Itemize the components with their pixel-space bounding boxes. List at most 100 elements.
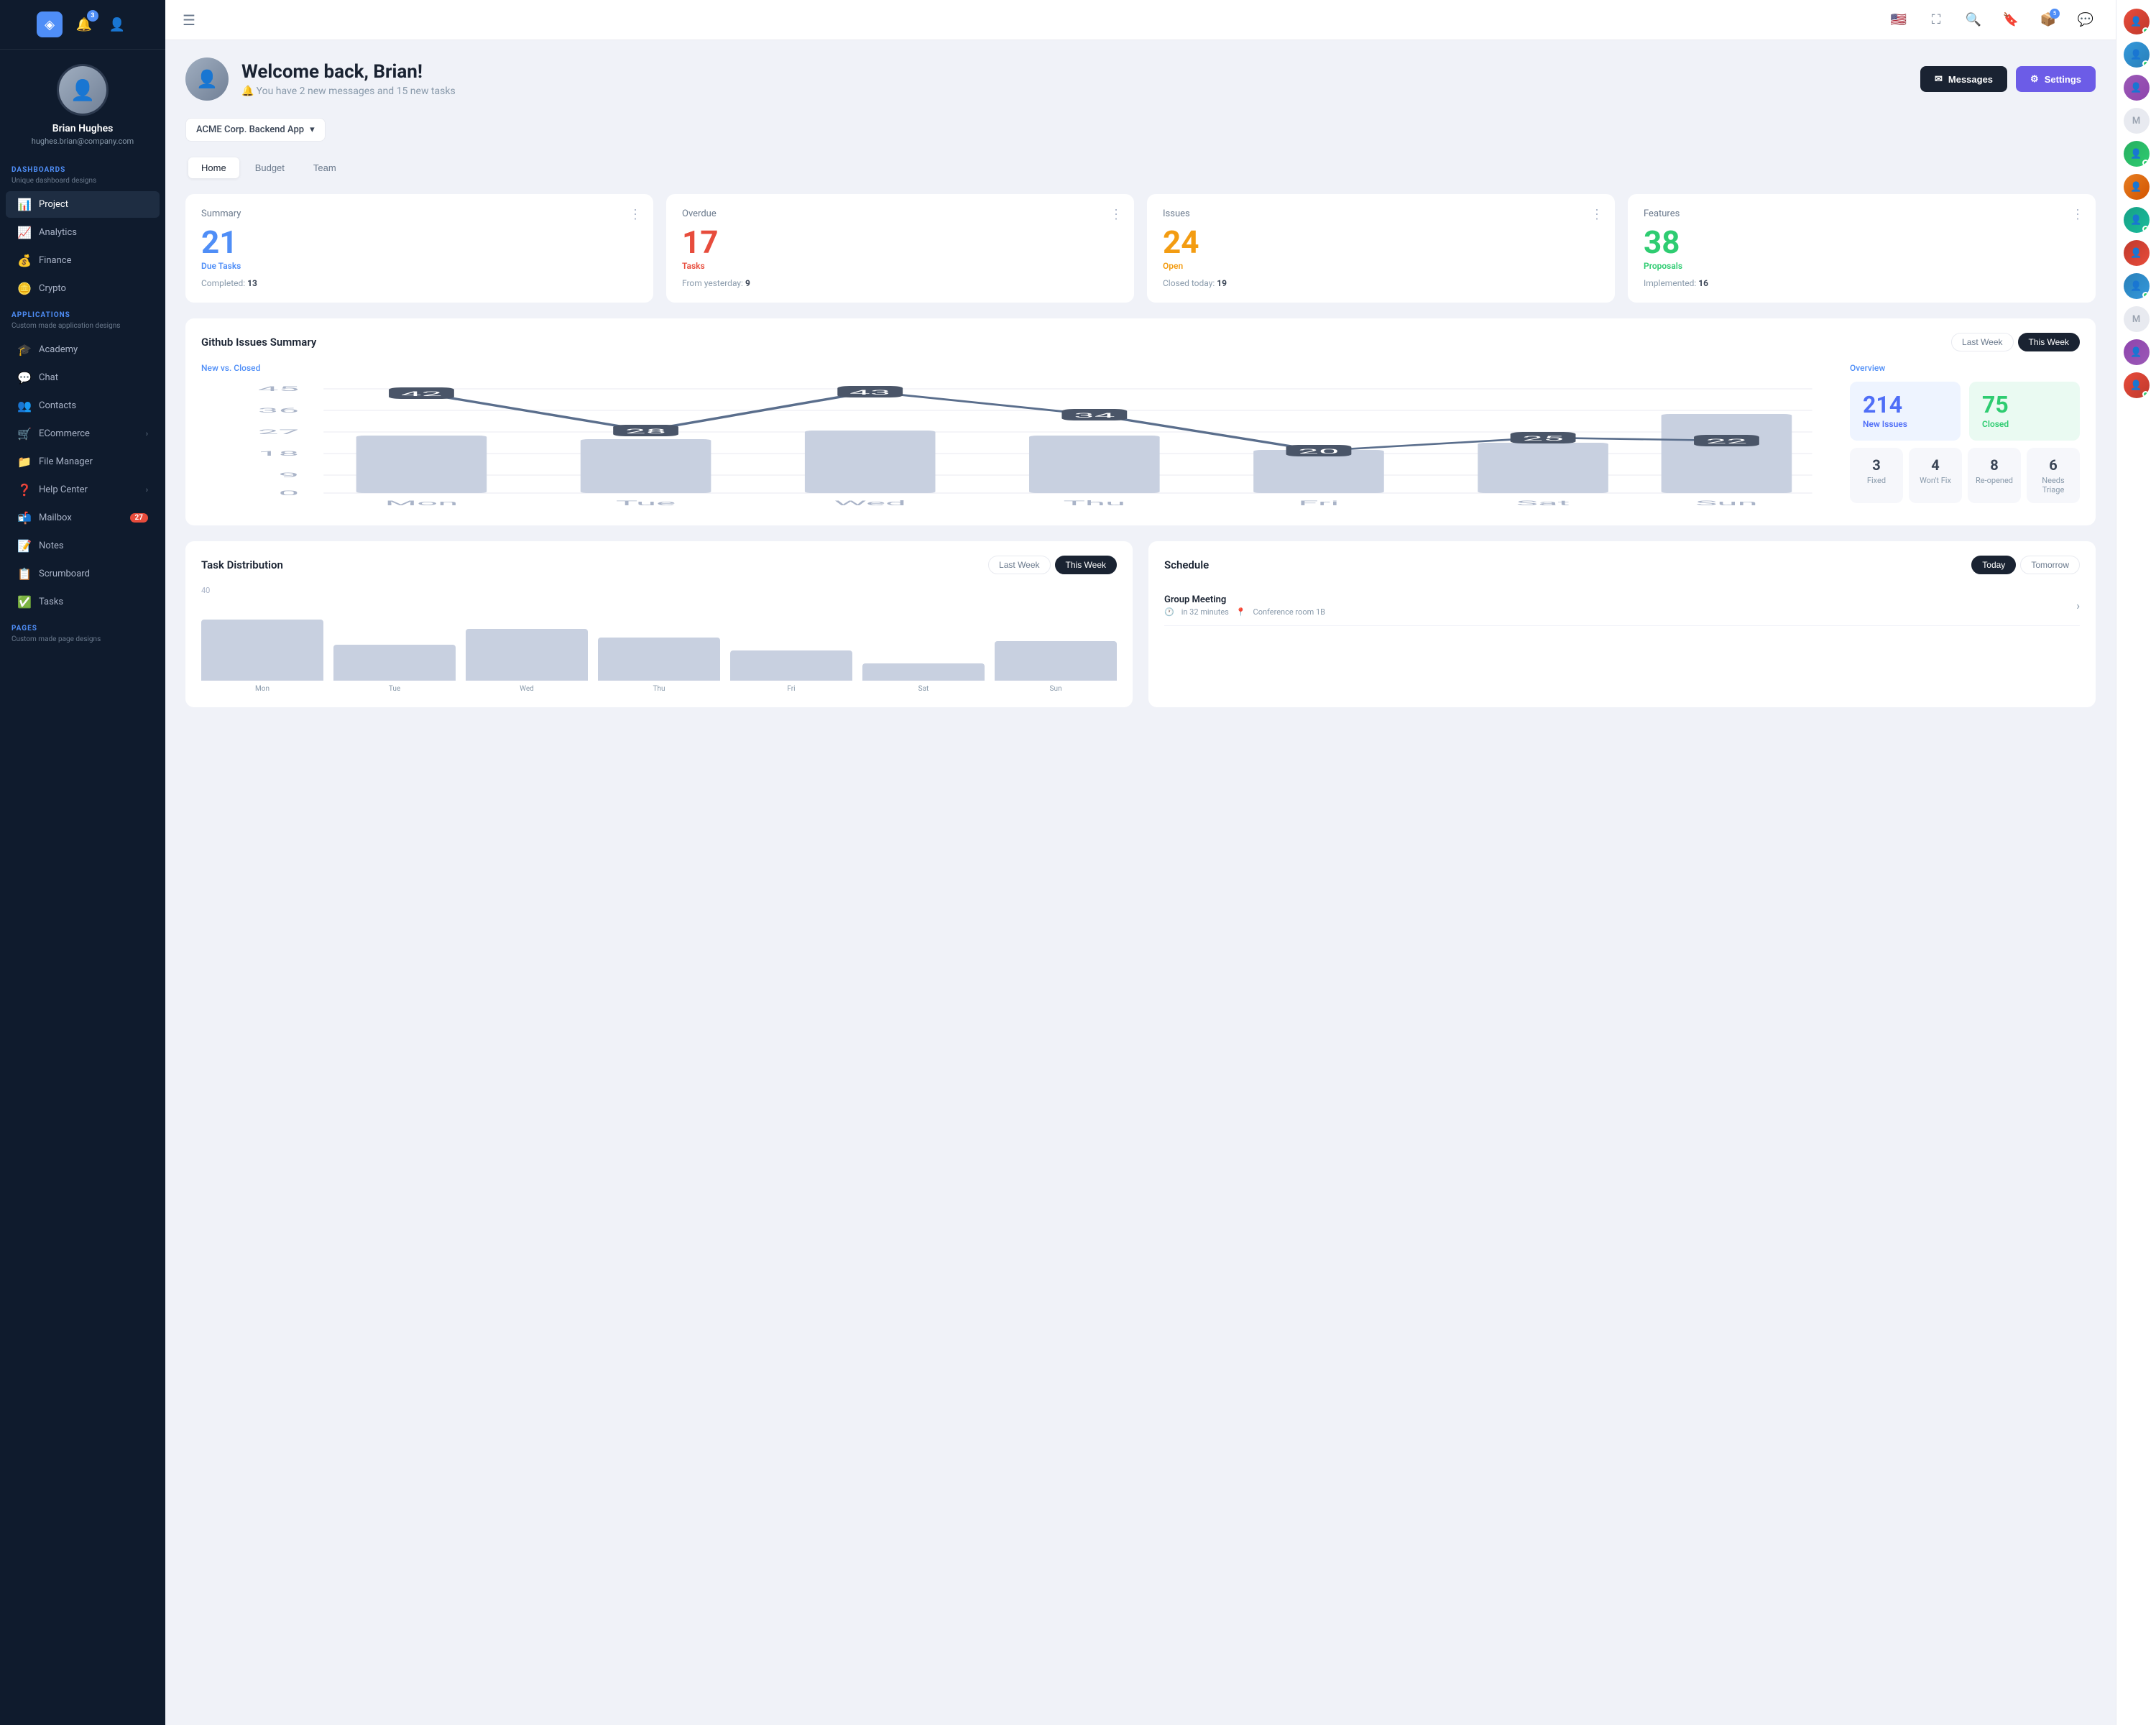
schedule-today-btn[interactable]: Today: [1971, 556, 2016, 574]
rail-avatar-img-5: 👤: [2130, 182, 2142, 193]
rail-avatar-img-8: 👤: [2130, 281, 2142, 292]
task-last-week-btn[interactable]: Last Week: [988, 556, 1050, 574]
bar-label-sat: Sat: [918, 685, 929, 693]
bar-thu: [598, 638, 720, 681]
stat-title-overdue: Overdue: [682, 208, 1118, 219]
new-issues-card: 214 New Issues: [1850, 382, 1961, 441]
bookmark-icon[interactable]: 🔖: [1998, 7, 2024, 33]
app-logo[interactable]: ◈: [37, 12, 63, 37]
scrumboard-icon: 📋: [17, 567, 32, 581]
flag-icon[interactable]: 🇺🇸: [1886, 7, 1912, 33]
stat-more-overdue[interactable]: ⋮: [1110, 207, 1123, 222]
svg-text:Mon: Mon: [385, 500, 459, 507]
notification-badge: 3: [87, 10, 98, 22]
triage-label: Needs Triage: [2032, 476, 2074, 494]
stat-number-issues: 24: [1163, 226, 1599, 258]
tab-budget[interactable]: Budget: [242, 157, 298, 178]
sidebar-item-project[interactable]: 📊 Project: [6, 191, 160, 218]
github-last-week-btn[interactable]: Last Week: [1951, 333, 2013, 351]
tab-home[interactable]: Home: [188, 157, 239, 178]
closed-number: 75: [1982, 393, 2067, 416]
rail-avatar-5[interactable]: 👤: [2124, 174, 2150, 200]
rail-avatar-6[interactable]: 👤: [2124, 207, 2150, 233]
sidebar-item-label-project: Project: [39, 199, 68, 210]
rail-avatar-1[interactable]: 👤: [2124, 9, 2150, 34]
online-dot-6: [2142, 226, 2149, 232]
tasks-icon: ✅: [17, 595, 32, 609]
rail-avatar-2[interactable]: 👤: [2124, 42, 2150, 68]
sidebar-item-crypto[interactable]: 🪙 Crypto: [6, 275, 160, 302]
dashboards-label: DASHBOARDS: [0, 157, 165, 177]
online-dot-4: [2142, 160, 2149, 166]
rail-avatar-4[interactable]: 👤: [2124, 141, 2150, 167]
rail-avatar-9[interactable]: 👤: [2124, 339, 2150, 365]
stat-sub-summary: Completed: 13: [201, 278, 637, 288]
rail-avatar-m1[interactable]: M: [2124, 108, 2150, 134]
bar-label-sun: Sun: [1050, 685, 1062, 693]
svg-text:25: 25: [1522, 435, 1563, 443]
task-bar-tue: Tue: [333, 645, 456, 693]
rail-avatar-img-1: 👤: [2130, 17, 2142, 27]
sidebar-item-filemanager[interactable]: 📁 File Manager: [6, 448, 160, 475]
rail-avatar-10[interactable]: 👤: [2124, 372, 2150, 398]
sidebar-item-chat[interactable]: 💬 Chat: [6, 364, 160, 391]
rail-avatar-7[interactable]: 👤: [2124, 240, 2150, 266]
rail-avatar-8[interactable]: 👤: [2124, 273, 2150, 299]
task-bar-wed: Wed: [466, 629, 588, 693]
reopened-label: Re-opened: [1973, 476, 2015, 485]
sidebar-item-academy[interactable]: 🎓 Academy: [6, 336, 160, 363]
task-this-week-btn[interactable]: This Week: [1055, 556, 1117, 574]
sidebar-item-analytics[interactable]: 📈 Analytics: [6, 219, 160, 246]
stat-more-issues[interactable]: ⋮: [1590, 207, 1603, 222]
bar-label-thu: Thu: [653, 685, 665, 693]
stat-more-features[interactable]: ⋮: [2071, 207, 2084, 222]
sidebar-item-mailbox[interactable]: 📬 Mailbox 27: [6, 505, 160, 531]
stat-number-overdue: 17: [682, 226, 1118, 258]
stat-more-summary[interactable]: ⋮: [629, 207, 642, 222]
messages-button[interactable]: ✉ Messages: [1920, 66, 2007, 92]
applications-label: APPLICATIONS: [0, 303, 165, 322]
reopened-number: 8: [1973, 456, 2015, 474]
tab-team[interactable]: Team: [300, 157, 349, 178]
schedule-tomorrow-btn[interactable]: Tomorrow: [2020, 556, 2080, 574]
sidebar-item-helpcenter[interactable]: ❓ Help Center ›: [6, 477, 160, 503]
mini-stat-fixed: 3 Fixed: [1850, 448, 1903, 503]
sidebar-item-tasks[interactable]: ✅ Tasks: [6, 589, 160, 615]
welcome-buttons: ✉ Messages ⚙ Settings: [1920, 66, 2096, 92]
helpcenter-icon: ❓: [17, 483, 32, 497]
schedule-item-arrow-icon[interactable]: ›: [2076, 599, 2080, 612]
user-icon[interactable]: 👤: [106, 13, 129, 36]
stat-card-summary: Summary ⋮ 21 Due Tasks Completed: 13: [185, 194, 653, 303]
hamburger-button[interactable]: ☰: [183, 12, 195, 29]
sidebar-item-notes[interactable]: 📝 Notes: [6, 533, 160, 559]
sidebar-item-label-helpcenter: Help Center: [39, 484, 88, 495]
welcome-header: 👤 Welcome back, Brian! 🔔 You have 2 new …: [185, 58, 2096, 101]
fullscreen-icon[interactable]: ⛶: [1923, 7, 1949, 33]
inbox-icon[interactable]: 📦 5: [2035, 7, 2061, 33]
stat-number-summary: 21: [201, 226, 637, 258]
sidebar-item-scrumboard[interactable]: 📋 Scrumboard: [6, 561, 160, 587]
github-this-week-btn[interactable]: This Week: [2018, 333, 2080, 351]
sidebar-item-label-analytics: Analytics: [39, 227, 77, 238]
sidebar-item-contacts[interactable]: 👥 Contacts: [6, 392, 160, 419]
search-icon[interactable]: 🔍: [1961, 7, 1986, 33]
task-chart: Mon Tue Wed Thu: [201, 607, 1117, 693]
finance-icon: 💰: [17, 254, 32, 267]
project-selector[interactable]: ACME Corp. Backend App ▾: [185, 118, 326, 142]
notification-bell[interactable]: 🔔 3: [73, 13, 96, 36]
rail-avatar-3[interactable]: 👤: [2124, 75, 2150, 101]
settings-button[interactable]: ⚙ Settings: [2016, 66, 2096, 92]
sidebar-item-ecommerce[interactable]: 🛒 ECommerce ›: [6, 420, 160, 447]
issues-chart-svg: 45 36 27 18 9 0: [201, 382, 1833, 511]
chat-topnav-icon[interactable]: 💬: [2073, 7, 2099, 33]
messages-button-label: Messages: [1948, 74, 1993, 85]
user-section: 👤 Brian Hughes hughes.brian@company.com: [0, 50, 165, 157]
sidebar-item-finance[interactable]: 💰 Finance: [6, 247, 160, 274]
rail-avatar-m2[interactable]: M: [2124, 306, 2150, 332]
overview-area: Overview 214 New Issues 75 Closed: [1850, 363, 2080, 511]
filemanager-icon: 📁: [17, 455, 32, 469]
github-card: Github Issues Summary Last Week This Wee…: [185, 318, 2096, 525]
rail-avatar-img-6: 👤: [2130, 215, 2142, 226]
sidebar-item-label-notes: Notes: [39, 540, 64, 551]
user-name: Brian Hughes: [52, 123, 114, 134]
